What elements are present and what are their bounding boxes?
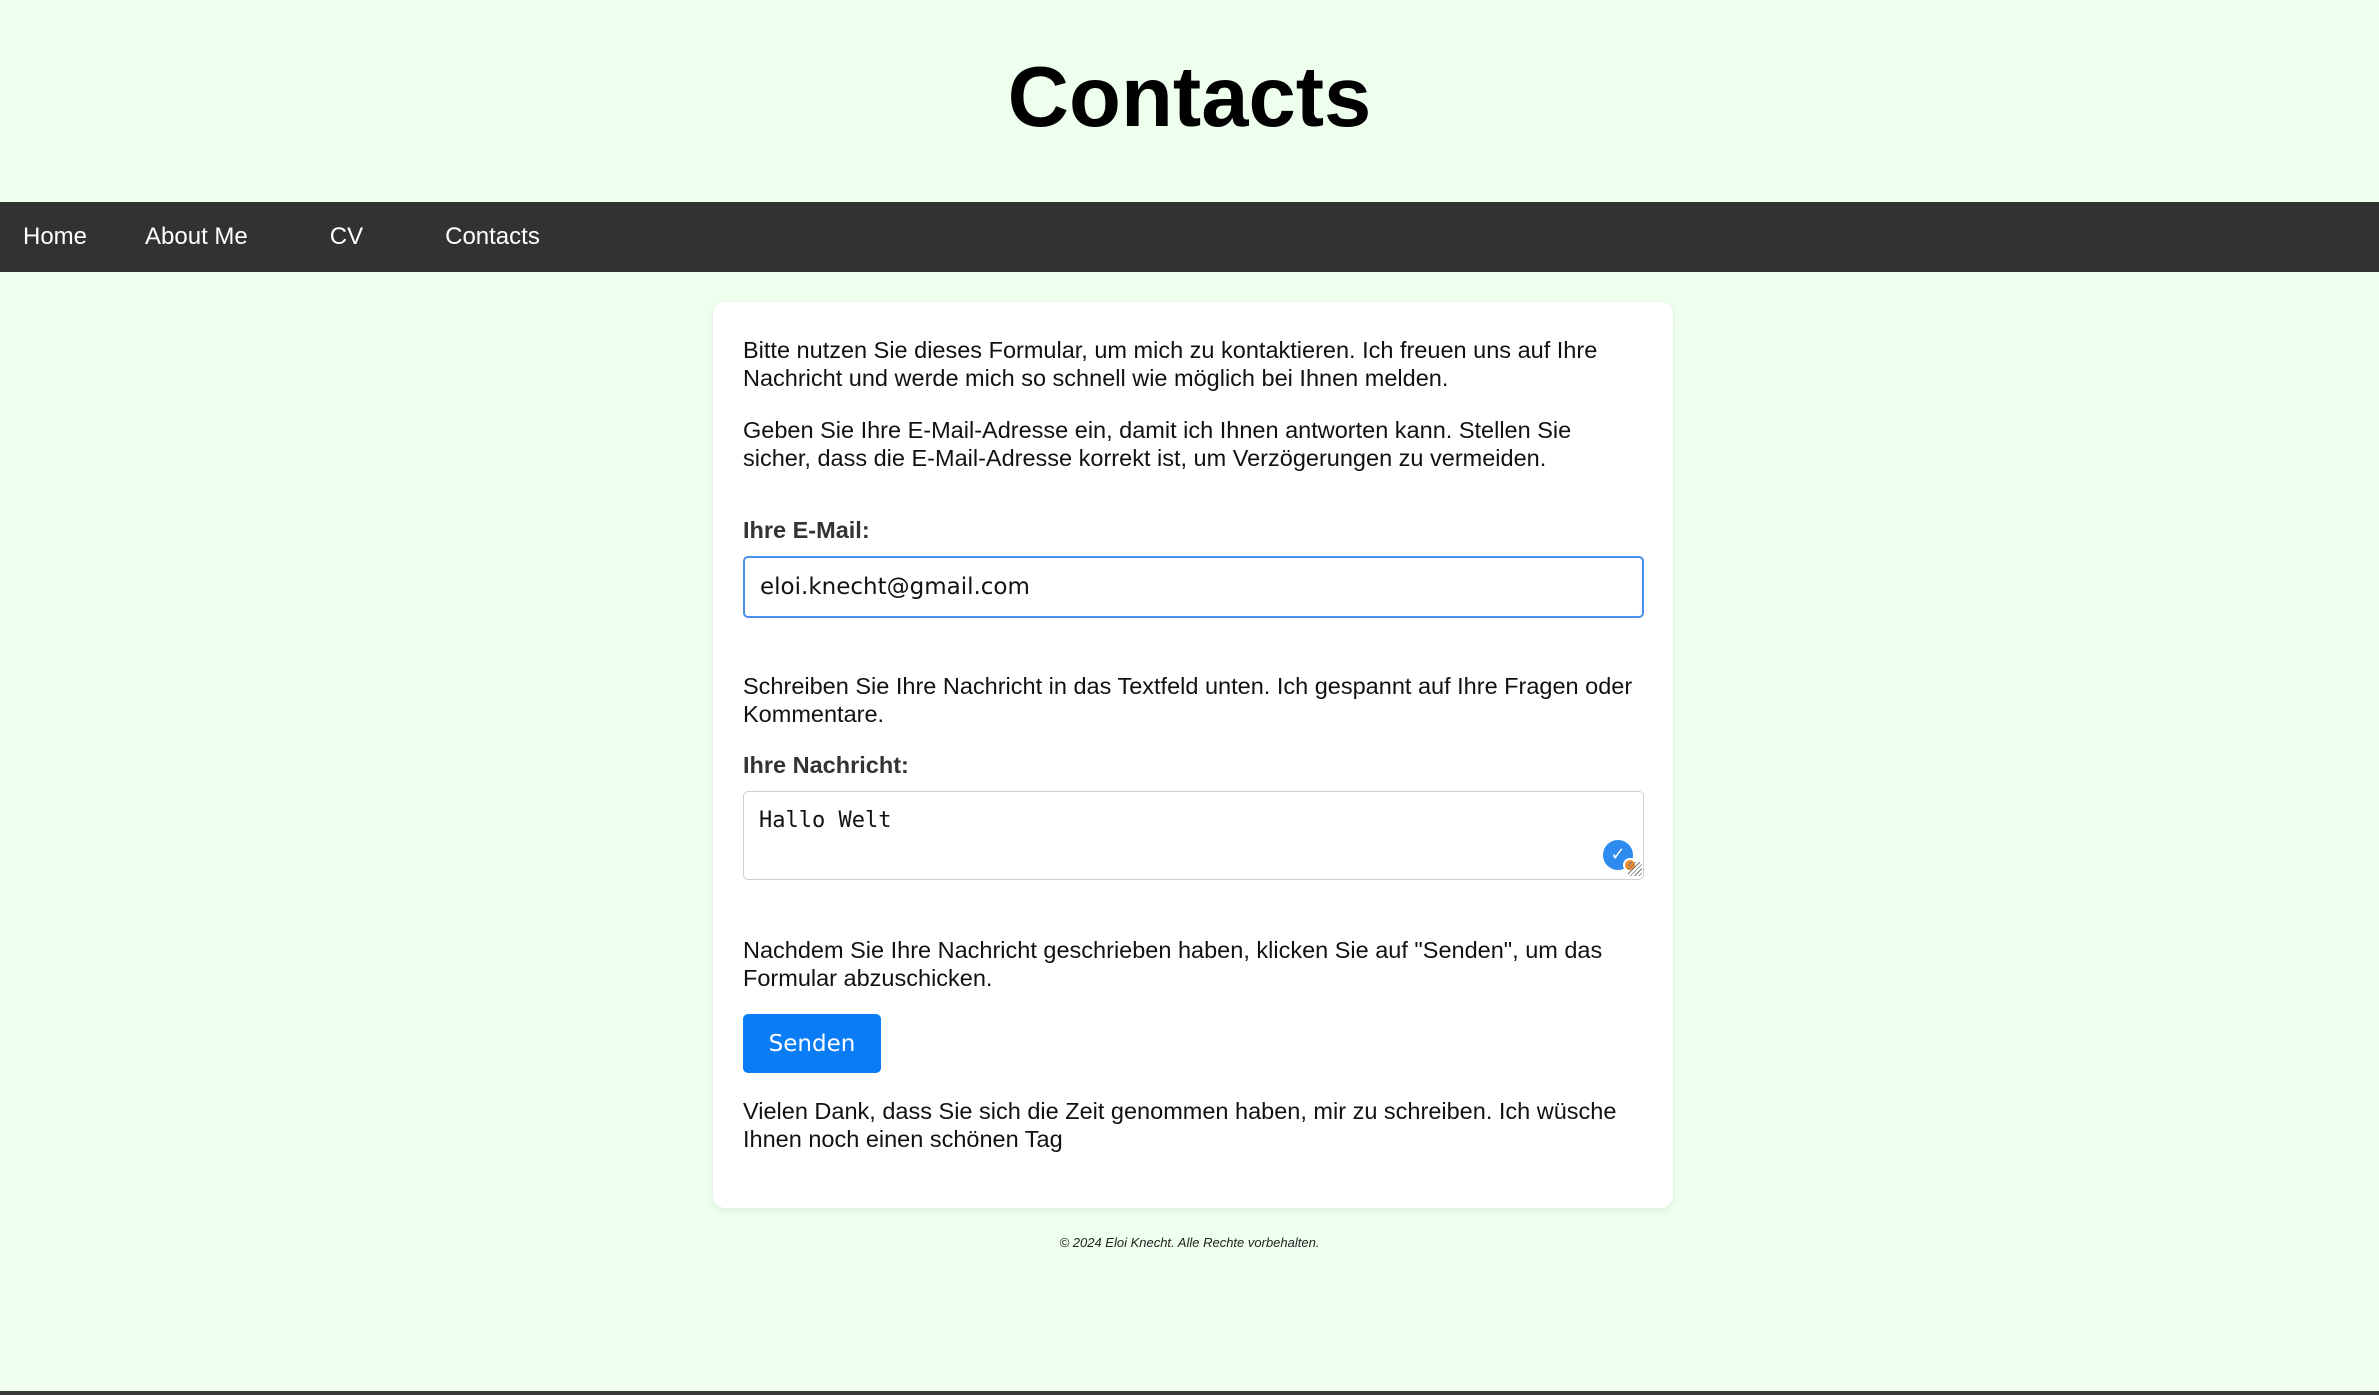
nav-item-contacts[interactable]: Contacts — [445, 202, 563, 272]
page-title: Contacts — [1007, 50, 1372, 145]
email-hint-text: Geben Sie Ihre E-Mail-Adresse ein, damit… — [743, 417, 1572, 471]
email-label: Ihre E-Mail: — [743, 517, 870, 543]
resize-handle-icon[interactable] — [1628, 862, 1642, 876]
footer-copyright: © 2024 Eloi Knecht. Alle Rechte vorbehal… — [1059, 1235, 1320, 1250]
email-field[interactable] — [743, 556, 1644, 618]
message-textarea[interactable]: Hallo Welt — [743, 791, 1644, 880]
contact-form-card: Bitte nutzen Sie dieses Formular, um mic… — [713, 302, 1673, 1208]
send-hint-text: Nachdem Sie Ihre Nachricht geschrieben h… — [743, 937, 1603, 991]
message-label: Ihre Nachricht: — [743, 752, 909, 778]
thanks-text: Vielen Dank, dass Sie sich die Zeit geno… — [743, 1098, 1617, 1152]
nav-item-home[interactable]: Home — [0, 202, 145, 272]
send-button[interactable]: Senden — [743, 1014, 881, 1073]
message-hint-text: Schreiben Sie Ihre Nachricht in das Text… — [743, 673, 1633, 727]
bottom-divider — [0, 1391, 2379, 1395]
main-navbar: Home About Me CV Contacts — [0, 202, 2379, 272]
nav-item-about-me[interactable]: About Me — [145, 202, 330, 272]
nav-item-cv[interactable]: CV — [330, 202, 445, 272]
intro-text: Bitte nutzen Sie dieses Formular, um mic… — [743, 337, 1598, 391]
